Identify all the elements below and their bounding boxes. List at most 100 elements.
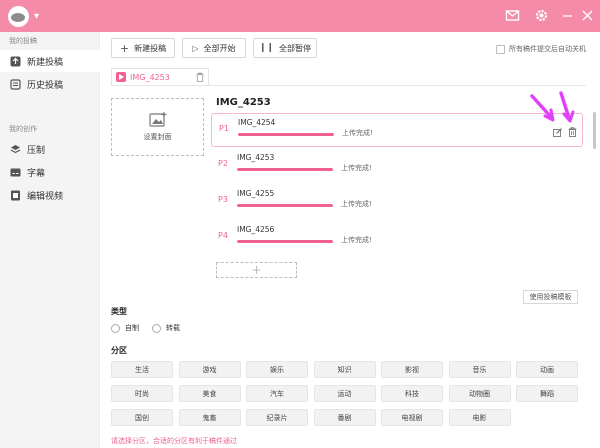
sidebar-section-my-uploads: 我的投稿 xyxy=(9,37,37,45)
close-icon[interactable] xyxy=(579,7,596,24)
image-add-icon xyxy=(148,112,166,127)
tab-img-4253[interactable]: IMG_4253 xyxy=(111,68,209,85)
trash-icon[interactable] xyxy=(196,72,204,82)
start-all-label: 全部开始 xyxy=(203,43,236,53)
type-section-title: 类型 xyxy=(111,307,127,316)
category-item[interactable]: 娱乐 xyxy=(246,361,308,378)
tab-label: IMG_4253 xyxy=(130,72,170,82)
upload-status: 上传完成! xyxy=(341,236,372,244)
set-cover-label: 设置封面 xyxy=(143,133,172,141)
sidebar-item-compress[interactable]: 压制 xyxy=(0,138,100,160)
upload-status: 上传完成! xyxy=(341,164,372,172)
category-item[interactable]: 动物圈 xyxy=(448,385,511,402)
upload-icon xyxy=(10,56,21,66)
pause-icon: ❙❙ xyxy=(258,43,275,53)
film-icon xyxy=(11,190,20,200)
sidebar-item-label: 压制 xyxy=(27,145,46,156)
radio-circle[interactable] xyxy=(152,323,161,333)
plus-icon: + xyxy=(119,41,130,55)
category-item[interactable]: 运动 xyxy=(313,385,376,402)
category-item[interactable]: 纪录片 xyxy=(246,409,308,426)
sidebar-item-label: 新建投稿 xyxy=(27,57,64,68)
new-upload-button[interactable]: + 新建投稿 xyxy=(111,38,175,58)
category-item[interactable]: 国创 xyxy=(111,409,173,426)
file-name: IMG_4256 xyxy=(237,225,275,234)
part-number: P4 xyxy=(218,231,228,240)
category-item[interactable]: 影视 xyxy=(381,361,443,378)
category-item[interactable]: 科技 xyxy=(381,385,443,402)
add-file-button[interactable]: + xyxy=(216,262,297,278)
radio-label: 转载 xyxy=(166,324,180,332)
auto-shutdown-option[interactable]: 所有稿件提交后自动关机 xyxy=(496,44,586,54)
auto-shutdown-checkbox[interactable] xyxy=(496,44,505,54)
progress-bar xyxy=(238,133,334,136)
file-name: IMG_4255 xyxy=(237,189,275,198)
gear-icon[interactable] xyxy=(533,7,550,24)
file-name: IMG_4253 xyxy=(237,153,275,162)
progress-bar xyxy=(237,168,333,171)
edit-icon[interactable] xyxy=(553,128,562,137)
category-item[interactable]: 舞蹈 xyxy=(516,385,578,402)
part-number: P2 xyxy=(218,159,228,168)
sidebar-item-subtitle[interactable]: 字幕 xyxy=(0,161,100,183)
category-item[interactable]: 知识 xyxy=(313,361,376,378)
video-icon xyxy=(116,72,126,82)
category-item[interactable]: 汽车 xyxy=(246,385,308,402)
file-row-p2[interactable]: P2 IMG_4253 上传完成! xyxy=(211,149,583,183)
category-item[interactable]: 美食 xyxy=(178,385,241,402)
category-item[interactable]: 番剧 xyxy=(313,409,376,426)
sidebar-item-label: 字幕 xyxy=(27,168,46,179)
category-item[interactable]: 鬼畜 xyxy=(178,409,241,426)
category-item[interactable]: 音乐 xyxy=(448,361,511,378)
upload-status: 上传完成! xyxy=(342,129,373,137)
sidebar: 我的投稿 新建投稿 历史投稿 我的创作 压制 字幕 编辑视频 xyxy=(0,32,100,448)
file-row-p4[interactable]: P4 IMG_4256 上传完成! xyxy=(211,221,583,255)
progress-bar xyxy=(237,240,333,243)
category-item[interactable]: 生活 xyxy=(111,361,173,378)
chevron-down-icon[interactable]: ▾ xyxy=(34,11,39,22)
mail-icon[interactable] xyxy=(504,7,521,24)
history-icon xyxy=(10,78,21,90)
upload-status: 上传完成! xyxy=(341,200,372,208)
type-option-original[interactable]: 自制 xyxy=(111,323,139,333)
tab-divider xyxy=(111,85,586,86)
sidebar-item-label: 编辑视频 xyxy=(27,191,64,202)
category-item[interactable]: 时尚 xyxy=(111,385,173,402)
set-cover-button[interactable]: 设置封面 xyxy=(111,98,204,156)
play-icon: ▷ xyxy=(192,43,199,53)
start-all-button[interactable]: ▷ 全部开始 xyxy=(182,38,246,58)
part-number: P3 xyxy=(218,195,228,204)
title-bar: ▾ xyxy=(0,0,600,32)
file-row-p1[interactable]: P1 IMG_4254 上传完成! xyxy=(211,113,583,147)
subtitle-icon xyxy=(10,168,21,176)
type-option-repost[interactable]: 转载 xyxy=(152,323,180,333)
sidebar-item-new-upload[interactable]: 新建投稿 xyxy=(0,50,100,72)
category-hint: 请选择分区，合适的分区有利于稿件通过 xyxy=(111,437,237,445)
sidebar-item-history[interactable]: 历史投稿 xyxy=(0,73,100,95)
use-template-button[interactable]: 使用投稿模板 xyxy=(523,290,578,304)
trash-icon[interactable] xyxy=(568,127,577,137)
layers-icon xyxy=(10,144,21,153)
progress-bar xyxy=(237,204,333,207)
category-item[interactable]: 电视剧 xyxy=(381,409,443,426)
scrollbar[interactable] xyxy=(593,112,596,149)
new-upload-label: 新建投稿 xyxy=(134,43,167,53)
app-logo[interactable] xyxy=(8,6,29,27)
category-item[interactable]: 电影 xyxy=(448,409,511,426)
pause-all-button[interactable]: ❙❙ 全部暂停 xyxy=(253,38,317,58)
part-number: P1 xyxy=(219,124,229,133)
sidebar-item-edit-video[interactable]: 编辑视频 xyxy=(0,184,100,206)
file-name: IMG_4254 xyxy=(238,118,276,127)
radio-label: 自制 xyxy=(125,324,139,332)
upload-group-title: IMG_4253 xyxy=(216,97,271,108)
file-row-p3[interactable]: P3 IMG_4255 上传完成! xyxy=(211,185,583,219)
sidebar-section-my-creations: 我的创作 xyxy=(9,125,37,133)
sidebar-item-label: 历史投稿 xyxy=(27,80,64,91)
category-section-title: 分区 xyxy=(111,346,127,355)
category-item[interactable]: 动画 xyxy=(516,361,578,378)
radio-circle[interactable] xyxy=(111,323,120,333)
category-item[interactable]: 游戏 xyxy=(178,361,241,378)
minimize-icon[interactable] xyxy=(559,7,576,24)
pause-all-label: 全部暂停 xyxy=(279,43,312,53)
auto-shutdown-label: 所有稿件提交后自动关机 xyxy=(509,45,586,53)
